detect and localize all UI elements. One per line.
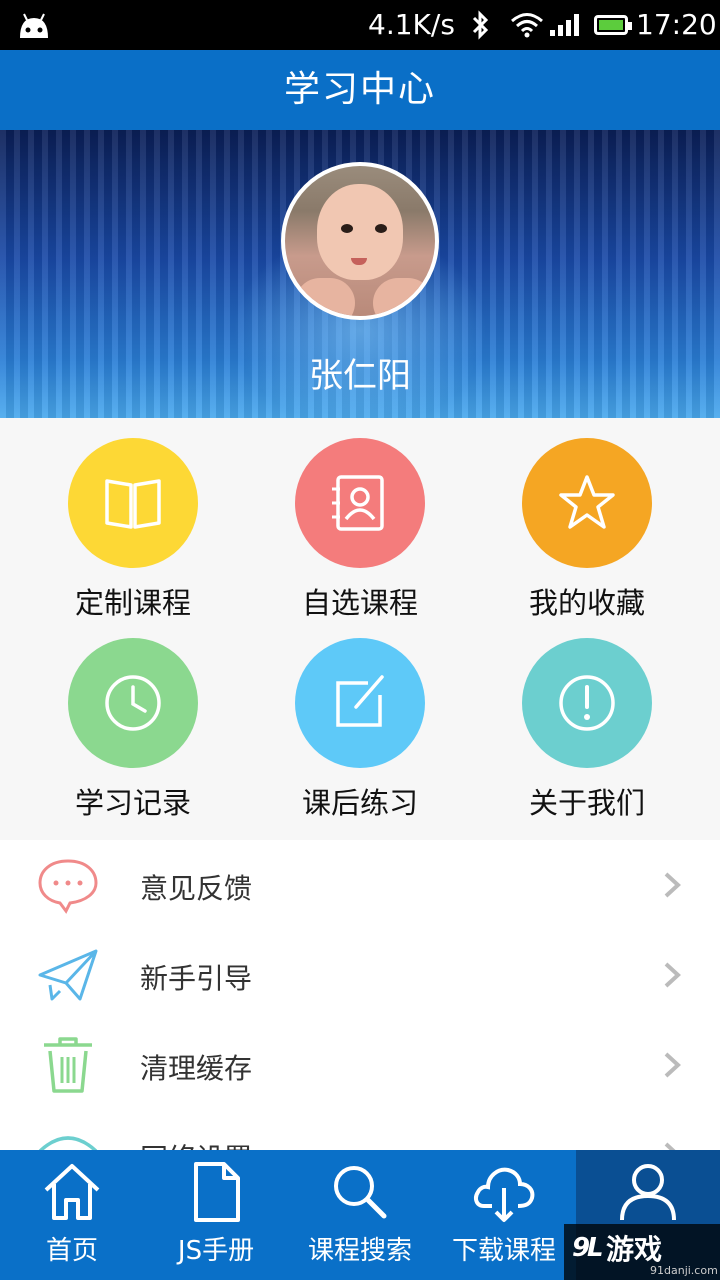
list-item-label: 意见反馈 — [140, 872, 253, 905]
list-item-label: 新手引导 — [140, 962, 253, 995]
trash-icon — [36, 1035, 100, 1095]
grid-item-label: 自选课程 — [301, 586, 418, 620]
list-item-feedback[interactable]: 意见反馈 — [0, 840, 720, 930]
avatar[interactable] — [281, 162, 439, 320]
site-logo-icon: 9L — [572, 1230, 604, 1263]
document-icon — [184, 1160, 248, 1224]
paper-plane-icon — [36, 945, 100, 1005]
grid-item-study-record[interactable]: 学习记录 — [20, 618, 246, 820]
search-icon — [328, 1160, 392, 1224]
clock-icon — [68, 638, 198, 768]
list-item-label: 网络设置 — [140, 1137, 252, 1150]
tab-label: 首页 — [45, 1236, 98, 1266]
signal-icon — [548, 12, 582, 42]
star-icon — [522, 438, 652, 568]
list-item-clear-cache[interactable]: 清理缓存 — [0, 1020, 720, 1110]
tab-home[interactable]: 首页 — [0, 1150, 144, 1280]
home-icon — [40, 1160, 104, 1224]
page-title: 学习中心 — [283, 69, 436, 110]
chat-bubble-icon — [36, 855, 100, 915]
profile-banner: 张仁阳 — [0, 130, 720, 418]
book-icon — [68, 438, 198, 568]
chevron-right-icon — [660, 870, 684, 904]
svg-text:L: L — [587, 1233, 604, 1262]
title-bar: 学习中心 — [0, 50, 720, 130]
tab-label: 下载课程 — [451, 1236, 556, 1266]
tab-download-course[interactable]: 下载课程 — [432, 1150, 576, 1280]
grid-item-label: 关于我们 — [528, 786, 645, 820]
status-bar: 4.1K/s 17:20 — [0, 0, 720, 50]
battery-icon — [594, 15, 632, 35]
edit-icon — [295, 638, 425, 768]
wifi-status-icon — [510, 12, 544, 42]
watermark-url: 91danji.com — [650, 1264, 718, 1277]
contact-book-icon — [295, 438, 425, 568]
grid-item-about-us[interactable]: 关于我们 — [474, 618, 700, 820]
grid-item-favorites[interactable]: 我的收藏 — [474, 418, 700, 620]
tab-js-manual[interactable]: JS手册 — [144, 1150, 288, 1280]
cloud-download-icon — [472, 1160, 536, 1224]
network-speed: 4.1K/s — [368, 8, 455, 41]
chevron-right-icon — [660, 1050, 684, 1084]
tab-label: JS手册 — [177, 1236, 255, 1266]
grid-item-exercise[interactable]: 课后练习 — [247, 618, 473, 820]
grid-item-optional-course[interactable]: 自选课程 — [247, 418, 473, 620]
chevron-right-icon — [660, 960, 684, 994]
settings-list: 意见反馈 新手引导 清理缓存 网络设置 — [0, 840, 720, 1150]
info-icon — [522, 638, 652, 768]
android-icon — [16, 10, 52, 44]
tab-label: 课程搜索 — [307, 1236, 412, 1266]
list-item-label: 清理缓存 — [140, 1052, 253, 1085]
bluetooth-icon — [466, 10, 494, 44]
grid-item-label: 定制课程 — [74, 586, 191, 620]
chevron-right-icon — [660, 1140, 684, 1150]
user-icon — [616, 1160, 680, 1224]
clock-time: 17:20 — [636, 8, 717, 41]
watermark-text: 游戏 — [606, 1233, 663, 1266]
list-item-guide[interactable]: 新手引导 — [0, 930, 720, 1020]
wifi-icon — [36, 1125, 100, 1150]
profile-name[interactable]: 张仁阳 — [0, 348, 720, 397]
watermark: 9L 游戏 91danji.com — [564, 1224, 720, 1280]
feature-grid: 定制课程 自选课程 我的收藏 学习记录 课后练习 关于我们 — [0, 418, 720, 840]
list-item-network-settings[interactable]: 网络设置 — [0, 1110, 720, 1150]
grid-item-label: 课后练习 — [301, 786, 418, 820]
grid-item-custom-course[interactable]: 定制课程 — [20, 418, 246, 620]
grid-item-label: 学习记录 — [74, 786, 191, 820]
grid-item-label: 我的收藏 — [528, 586, 645, 620]
tab-course-search[interactable]: 课程搜索 — [288, 1150, 432, 1280]
